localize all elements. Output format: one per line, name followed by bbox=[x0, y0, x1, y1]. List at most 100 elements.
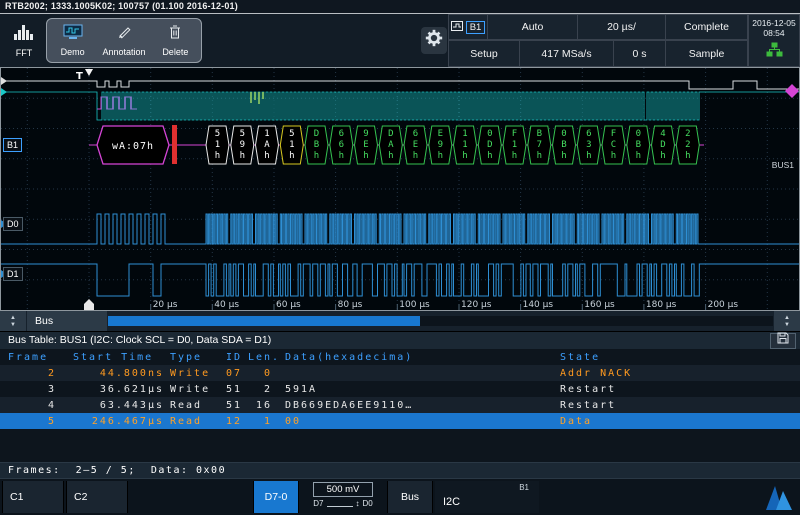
d1-channel-badge[interactable]: D1 bbox=[3, 267, 23, 281]
save-button[interactable] bbox=[770, 332, 796, 350]
column-header-id: ID bbox=[226, 351, 243, 363]
svg-text:140 µs: 140 µs bbox=[523, 300, 554, 310]
channel-c2-button[interactable]: C2 bbox=[66, 481, 128, 513]
bus-button[interactable]: Bus bbox=[387, 481, 433, 513]
bus-table-row[interactable]: 4 63.443µs Read 51 16 DB669EDA6EE9110… Restart bbox=[0, 397, 800, 413]
demo-button[interactable]: Demo bbox=[47, 19, 98, 62]
fft-button[interactable]: FFT bbox=[6, 19, 42, 62]
bus-tab[interactable]: Bus bbox=[27, 311, 107, 331]
timebase-cell[interactable]: 20 µs/ bbox=[578, 14, 666, 40]
cell-frame: 4 bbox=[47, 399, 56, 411]
bus-table-row[interactable]: 5 246.467µs Read 12 1 00 Data bbox=[0, 413, 800, 429]
cell-frame: 2 bbox=[47, 367, 56, 379]
cell-len: 0 bbox=[263, 367, 272, 379]
column-header-state: State bbox=[560, 351, 601, 363]
cell-id: 51 bbox=[226, 383, 243, 395]
sample-rate-cell[interactable]: 417 MSa/s bbox=[520, 40, 614, 67]
i2c-label: I2C bbox=[443, 496, 461, 508]
up-arrow-icon: ▲ bbox=[10, 314, 16, 321]
svg-text:6Eh: 6Eh bbox=[413, 129, 418, 161]
svg-text:wA:07h: wA:07h bbox=[112, 141, 154, 152]
trigger-setup-cell[interactable]: Setup bbox=[448, 40, 520, 67]
column-header-frame: Frame bbox=[8, 351, 49, 363]
up-down-arrow-icon: ↕ bbox=[355, 498, 360, 508]
cell-type: Read bbox=[170, 399, 203, 411]
svg-text:59h: 59h bbox=[240, 129, 245, 161]
bus-scrollbar-thumb[interactable] bbox=[108, 316, 420, 326]
svg-text:60 µs: 60 µs bbox=[276, 300, 301, 310]
pencil-icon bbox=[116, 24, 132, 45]
svg-text:63h: 63h bbox=[586, 129, 591, 161]
oscilloscope-screen: RTB2002; 1333.1005K02; 100757 (01.100 20… bbox=[0, 0, 800, 515]
column-header-len: Len. bbox=[248, 351, 281, 363]
svg-text:22h: 22h bbox=[685, 129, 690, 161]
svg-text:9Eh: 9Eh bbox=[363, 129, 368, 161]
digital-levels-row: D7 ↕ D0 bbox=[301, 499, 385, 508]
bus-scrollbar-track bbox=[108, 316, 773, 326]
collapse-arrows-left[interactable]: ▲ ▼ bbox=[0, 311, 26, 331]
digital-d7-0-button[interactable]: D7-0 bbox=[253, 481, 299, 513]
d7-label: D7 bbox=[313, 499, 324, 508]
svg-text:20 µs: 20 µs bbox=[153, 300, 178, 310]
svg-text:40 µs: 40 µs bbox=[214, 300, 239, 310]
cell-data: 591A bbox=[285, 383, 318, 395]
svg-text:F1h: F1h bbox=[512, 129, 517, 161]
horizontal-position-cell[interactable]: 0 s bbox=[614, 40, 666, 67]
annotation-label: Annotation bbox=[102, 47, 146, 57]
cell-type: Write bbox=[170, 383, 211, 395]
svg-text:51h: 51h bbox=[215, 129, 220, 161]
svg-text:1Ah: 1Ah bbox=[264, 129, 270, 161]
cell-state: Restart bbox=[560, 399, 617, 411]
svg-text:0Bh: 0Bh bbox=[561, 129, 566, 161]
acquisition-status-cell[interactable]: Complete bbox=[666, 14, 748, 40]
svg-text:80 µs: 80 µs bbox=[338, 300, 363, 310]
frames-summary: Frames: 2–5 / 5; Data: 0x00 bbox=[0, 462, 800, 478]
cell-id: 12 bbox=[226, 415, 243, 427]
time-text: 08:54 bbox=[763, 28, 785, 38]
cell-state: Data bbox=[560, 415, 593, 427]
cell-len: 1 bbox=[263, 415, 272, 427]
cell-start: 36.621µs bbox=[99, 383, 164, 395]
acquisition-mode-cell[interactable]: Sample bbox=[666, 40, 748, 67]
bus1-waveform-badge[interactable]: B1 bbox=[3, 138, 23, 152]
svg-text:4Dh: 4Dh bbox=[660, 129, 665, 161]
bottom-status-bar: C1 C2 D7-0 500 mV D7 ↕ D0 Bus B1 I2C bbox=[0, 478, 800, 515]
toolbar-group: Demo Annotation Delete bbox=[46, 18, 202, 63]
cell-type: Read bbox=[170, 415, 203, 427]
cell-state: Addr NACK bbox=[560, 367, 633, 379]
svg-text:200 µs: 200 µs bbox=[708, 300, 739, 310]
demo-screen-icon bbox=[63, 24, 83, 45]
svg-text:11h: 11h bbox=[462, 129, 467, 161]
bus-table-header: Frame Start Time Type ID Len. Data(hexadecima… bbox=[0, 349, 800, 365]
delete-label: Delete bbox=[162, 47, 189, 57]
svg-text:FCh: FCh bbox=[611, 129, 616, 161]
svg-text:100 µs: 100 µs bbox=[399, 300, 430, 310]
status-panel: B1 Auto 20 µs/ Complete Setup 417 MSa/s … bbox=[448, 14, 748, 67]
b1-badge: B1 bbox=[465, 20, 486, 34]
lan-network-icon bbox=[766, 42, 783, 59]
waveform-display[interactable]: 20 µs 40 µs 60 µs 80 µs 100 µs 120 µs 140 µs 16… bbox=[0, 67, 800, 311]
settings-gear-button[interactable] bbox=[421, 27, 447, 54]
device-info-text: RTB2002; 1333.1005K02; 100757 (01.100 20… bbox=[5, 1, 238, 11]
bus-table-title: Bus Table: BUS1 (I2C: Clock SCL = D0, Da… bbox=[8, 334, 272, 346]
bus-table: Frame Start Time Type ID Len. Data(hexadecima… bbox=[0, 349, 800, 462]
bus-protocol-indicator[interactable]: B1 I2C bbox=[435, 481, 539, 513]
bus-table-row[interactable]: 2 44.800ns Write 07 0 Addr NACK bbox=[0, 365, 800, 381]
demo-label: Demo bbox=[60, 47, 85, 57]
svg-text:B7h: B7h bbox=[537, 129, 542, 161]
bus-table-row[interactable]: 3 36.621µs Write 51 2 591A Restart bbox=[0, 381, 800, 397]
rohde-schwarz-logo bbox=[762, 481, 796, 513]
d0-channel-badge[interactable]: D0 bbox=[3, 217, 23, 231]
svg-text:DAh: DAh bbox=[388, 129, 394, 161]
svg-text:T: T bbox=[76, 71, 83, 82]
annotation-button[interactable]: Annotation bbox=[98, 19, 149, 62]
digital-threshold-widget[interactable]: 500 mV D7 ↕ D0 bbox=[301, 481, 385, 513]
delete-button[interactable]: Delete bbox=[150, 19, 201, 62]
trigger-mode-cell[interactable]: Auto bbox=[488, 14, 578, 40]
waveform-plot: 20 µs 40 µs 60 µs 80 µs 100 µs 120 µs 140 µs 16… bbox=[1, 68, 799, 310]
collapse-arrows-right[interactable]: ▲ ▼ bbox=[774, 311, 800, 331]
cell-data: 00 bbox=[285, 415, 302, 427]
b1-bus-indicator[interactable]: B1 bbox=[448, 14, 488, 40]
floppy-disk-icon bbox=[777, 332, 789, 350]
channel-c1-button[interactable]: C1 bbox=[2, 481, 64, 513]
